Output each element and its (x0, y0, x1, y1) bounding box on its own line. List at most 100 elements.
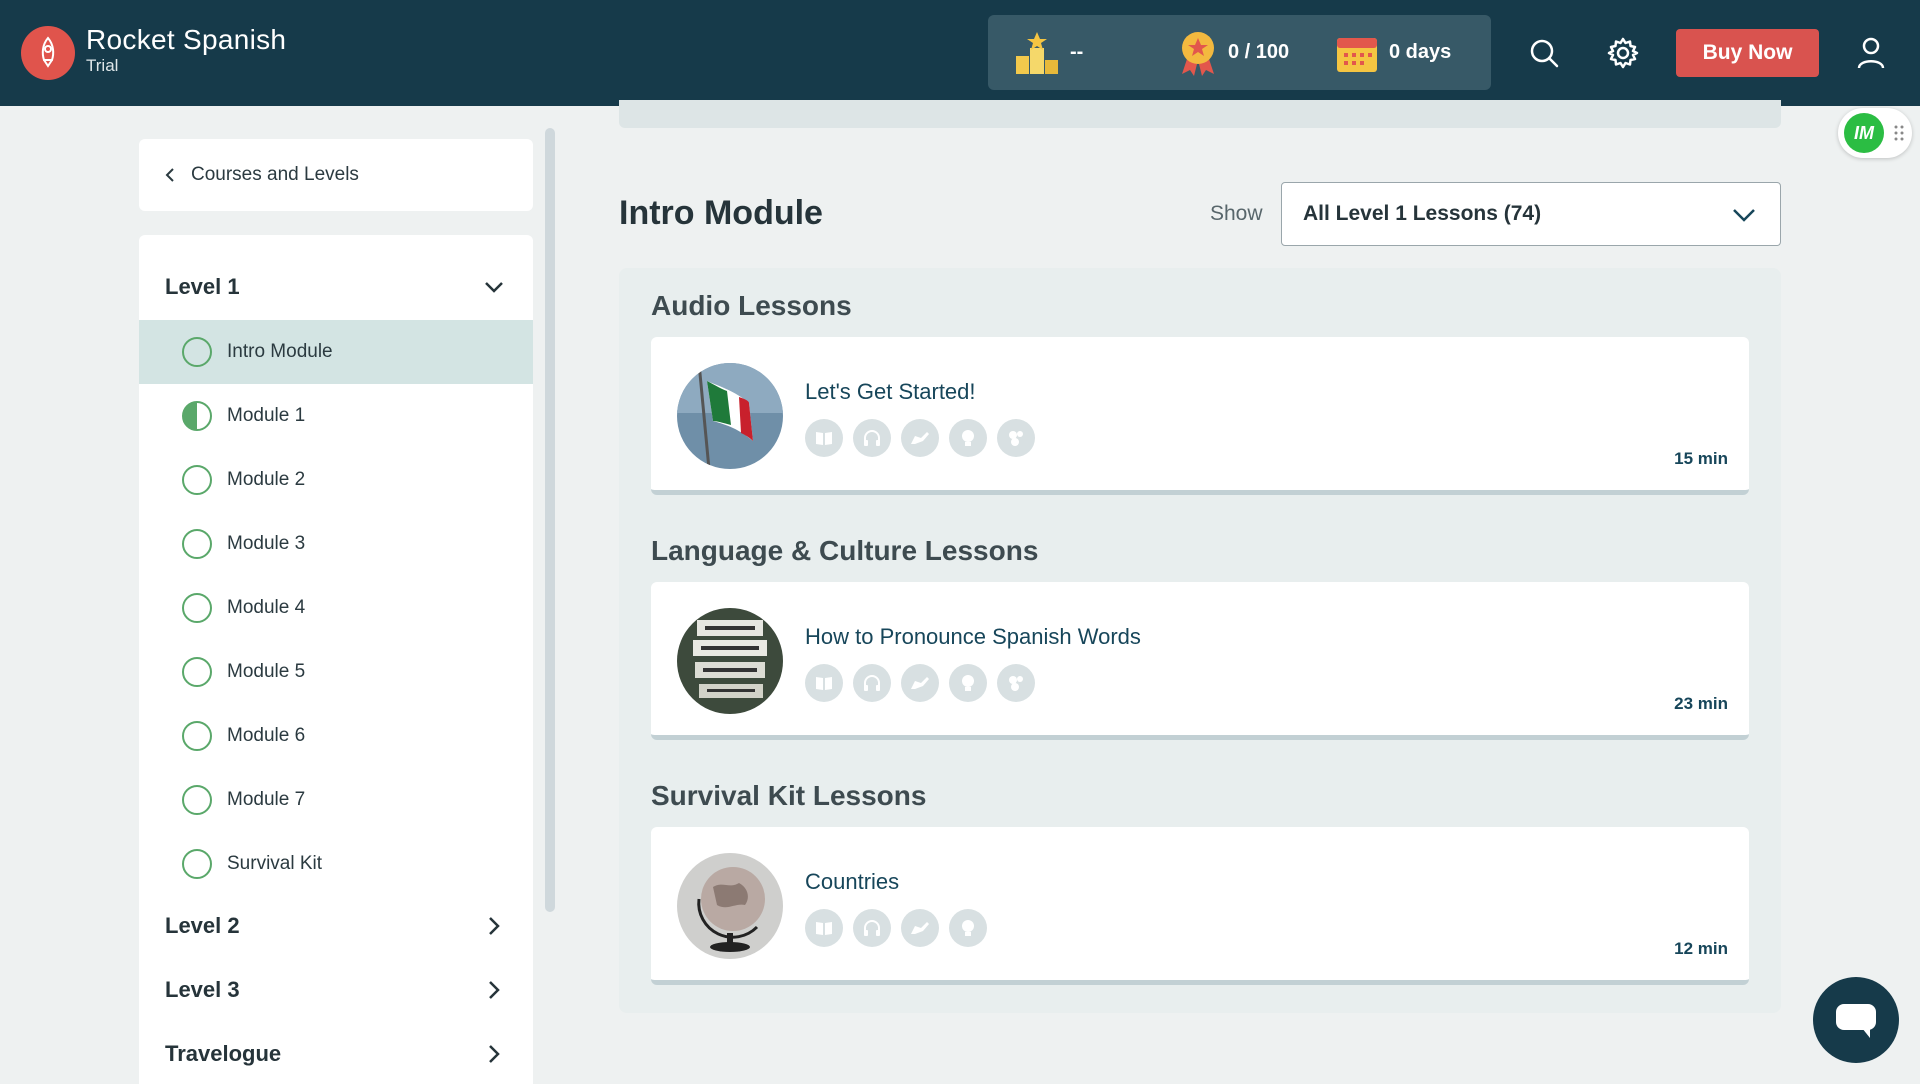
chevron-down-icon (1733, 209, 1755, 222)
lightbulb-icon (949, 909, 987, 947)
cards-icon (997, 664, 1035, 702)
chevron-down-icon (485, 282, 503, 293)
medal-icon (1182, 31, 1214, 76)
sidebar-item-module-2[interactable]: Module 2 (139, 448, 533, 512)
sidebar-scrollbar[interactable] (545, 128, 555, 912)
rank-stat[interactable]: -- (1014, 15, 1083, 90)
search-icon[interactable] (1524, 33, 1564, 73)
module-label: Module 2 (227, 469, 306, 490)
brand-name: Rocket Spanish (86, 24, 287, 55)
travelogue-toggle[interactable]: Travelogue (139, 1022, 533, 1084)
lesson-filter-select[interactable]: All Level 1 Lessons (74) (1281, 182, 1781, 246)
writing-hand-icon (901, 909, 939, 947)
sidebar-item-module-1[interactable]: Module 1 (139, 384, 533, 448)
progress-ring-empty-icon (182, 721, 212, 751)
level-label: Level 1 (165, 274, 240, 299)
top-header: Rocket Spanish Trial -- 0 / 100 0 days B… (0, 0, 1920, 106)
book-icon (805, 664, 843, 702)
progress-ring-empty-icon (182, 465, 212, 495)
lesson-duration: 12 min (1674, 939, 1728, 958)
module-label: Module 7 (227, 789, 306, 810)
lesson-card[interactable]: Let's Get Started! 15 min (651, 337, 1749, 495)
show-label: Show (1210, 202, 1263, 225)
streak-stat[interactable]: 0 days (1335, 15, 1451, 90)
lightbulb-icon (949, 664, 987, 702)
points-value: 0 / 100 (1228, 41, 1290, 63)
chevron-left-icon (165, 168, 174, 182)
sidebar-item-intro-module[interactable]: Intro Module (139, 320, 533, 384)
points-stat[interactable]: 0 / 100 (1178, 15, 1289, 90)
activity-icons (805, 664, 1045, 702)
module-label: Module 3 (227, 533, 306, 554)
progress-ring-empty-icon (182, 785, 212, 815)
section-title: Survival Kit Lessons (651, 780, 927, 811)
lesson-duration: 15 min (1674, 449, 1728, 468)
extension-badge[interactable]: IM (1838, 108, 1912, 158)
lesson-duration: 23 min (1674, 694, 1728, 713)
street-signs-thumbnail (677, 608, 783, 714)
sidebar-item-module-5[interactable]: Module 5 (139, 640, 533, 704)
writing-hand-icon (901, 419, 939, 457)
level-1-toggle[interactable]: Level 1 (139, 255, 533, 319)
book-icon (805, 419, 843, 457)
brand: Rocket Spanish Trial (86, 24, 286, 76)
sidebar-item-module-3[interactable]: Module 3 (139, 512, 533, 576)
buy-now-button[interactable]: Buy Now (1676, 29, 1819, 77)
progress-ring-empty-icon (182, 593, 212, 623)
chat-bubble-icon (1836, 1004, 1876, 1038)
module-label: Intro Module (227, 341, 333, 362)
page-title: Intro Module (619, 194, 823, 232)
sidebar-item-survival-kit[interactable]: Survival Kit (139, 832, 533, 896)
brand-subtitle: Trial (86, 56, 119, 75)
rocket-logo-icon[interactable] (21, 26, 75, 80)
level-label: Level 3 (165, 977, 240, 1002)
module-label: Module 5 (227, 661, 306, 682)
lesson-filter-value: All Level 1 Lessons (74) (1303, 202, 1542, 225)
writing-hand-icon (901, 664, 939, 702)
headphones-icon (853, 909, 891, 947)
book-icon (805, 909, 843, 947)
level-label: Travelogue (165, 1041, 282, 1066)
progress-ring-half-icon (182, 401, 212, 431)
cards-icon (997, 419, 1035, 457)
module-label: Module 1 (227, 405, 306, 426)
lesson-title: How to Pronounce Spanish Words (805, 624, 1141, 649)
progress-ring-empty-icon (182, 657, 212, 687)
activity-icons (805, 419, 1045, 457)
courses-and-levels-link[interactable]: Courses and Levels (139, 139, 533, 211)
chevron-right-icon (489, 1045, 500, 1063)
stats-bar: -- 0 / 100 0 days (988, 15, 1491, 90)
section-title: Audio Lessons (651, 290, 852, 321)
progress-ring-empty-icon (182, 849, 212, 879)
headphones-icon (853, 664, 891, 702)
lesson-title: Countries (805, 869, 900, 894)
user-profile-icon[interactable] (1851, 33, 1891, 73)
level-label: Level 2 (165, 913, 240, 938)
sidebar-item-module-7[interactable]: Module 7 (139, 768, 533, 832)
chevron-right-icon (489, 981, 500, 999)
rank-value: -- (1070, 41, 1084, 63)
globe-thumbnail (677, 853, 783, 959)
chevron-right-icon (489, 917, 500, 935)
level-2-toggle[interactable]: Level 2 (139, 894, 533, 958)
mexico-flag-thumbnail (677, 363, 783, 469)
level-navigation: Level 1 Intro Module Module 1 Module 2 M… (139, 235, 533, 1084)
gear-icon[interactable] (1603, 33, 1643, 73)
lesson-card[interactable]: How to Pronounce Spanish Words 23 min (651, 582, 1749, 740)
lesson-title: Let's Get Started! (805, 379, 976, 404)
back-label: Courses and Levels (191, 164, 359, 185)
module-label: Module 6 (227, 725, 306, 746)
im-logo-icon: IM (1844, 113, 1884, 153)
sidebar-item-module-6[interactable]: Module 6 (139, 704, 533, 768)
podium-icon (1016, 31, 1058, 74)
lightbulb-icon (949, 419, 987, 457)
drag-handle-icon[interactable] (1894, 125, 1904, 141)
lesson-card[interactable]: Countries 12 min (651, 827, 1749, 985)
module-label: Module 4 (227, 597, 306, 618)
level-3-toggle[interactable]: Level 3 (139, 958, 533, 1022)
top-card-edge (619, 100, 1781, 128)
calendar-icon (1337, 37, 1377, 72)
chat-button[interactable] (1813, 977, 1899, 1063)
sidebar-item-module-4[interactable]: Module 4 (139, 576, 533, 640)
streak-value: 0 days (1389, 41, 1452, 63)
